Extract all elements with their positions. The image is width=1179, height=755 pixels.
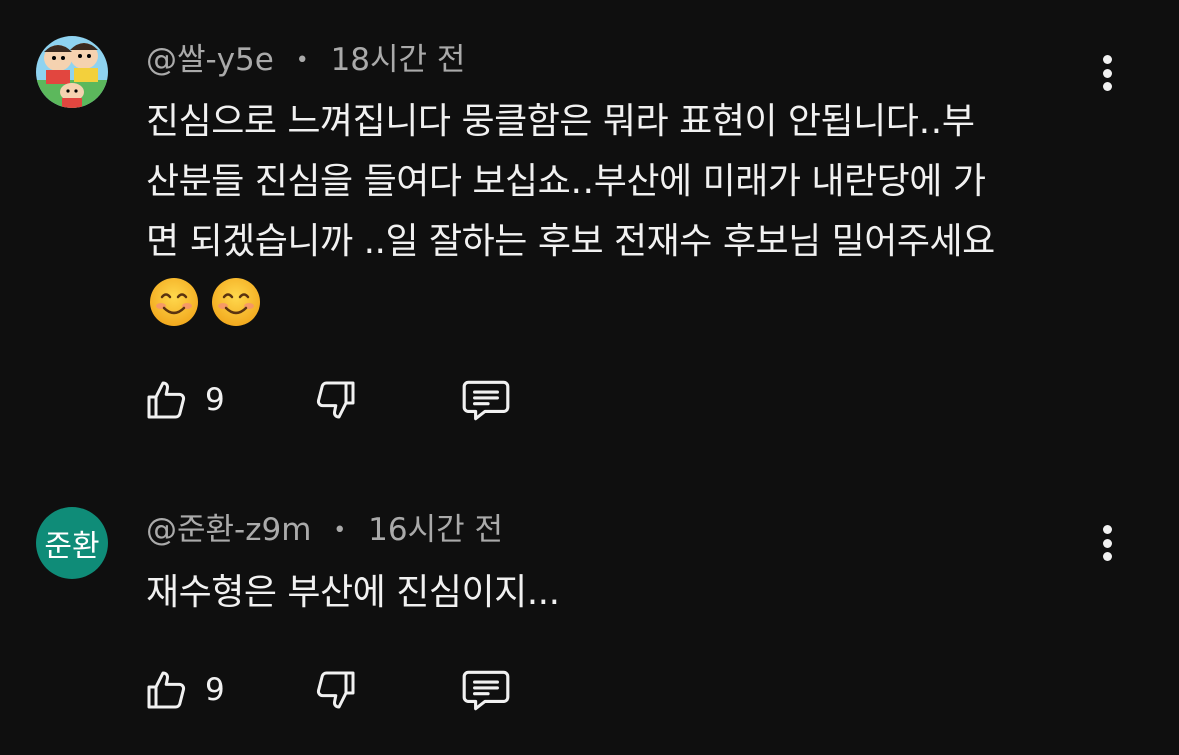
author-handle[interactable]: @준환-z9m <box>146 512 311 548</box>
thumbs-up-icon <box>147 671 186 709</box>
thumbs-down-icon <box>316 671 355 709</box>
comment-actions: 9 <box>143 664 543 716</box>
like-count: 9 <box>205 672 225 708</box>
like-button[interactable]: 9 <box>143 664 225 716</box>
more-options-icon[interactable] <box>1093 521 1121 565</box>
dislike-button[interactable] <box>311 664 359 716</box>
reply-button[interactable] <box>459 664 513 716</box>
comment-meta: @준환-z9m • 16시간 전 <box>146 510 503 551</box>
avatar[interactable]: 준환 <box>36 507 108 579</box>
comment-text: 재수형은 부산에 진심이지... <box>146 572 560 613</box>
timestamp[interactable]: 16시간 전 <box>368 512 503 548</box>
reply-icon <box>462 670 510 711</box>
avatar-initials: 준환 <box>44 529 100 564</box>
comment-item: 준환 @준환-z9m • 16시간 전 재수형은 부산에 진심이지... 9 <box>0 0 1179 755</box>
separator-dot: • <box>333 518 347 543</box>
